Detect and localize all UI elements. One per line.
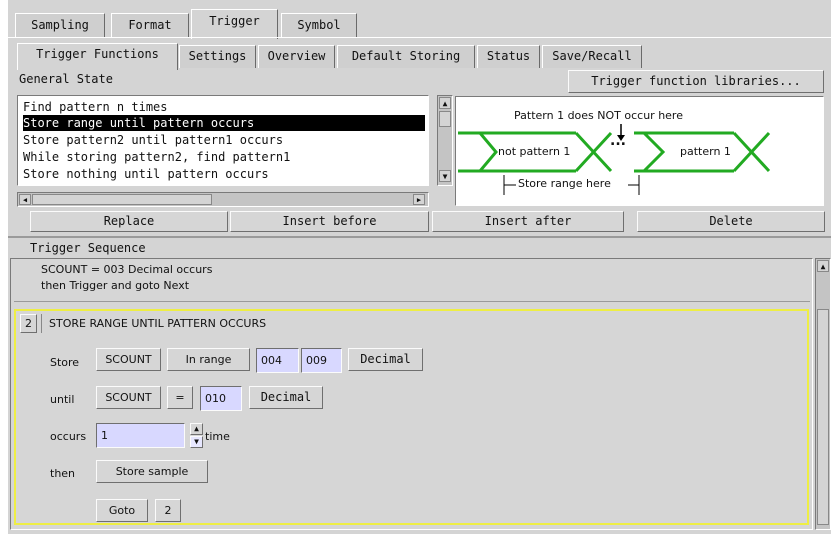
range-from-field[interactable]: 004 (256, 348, 299, 373)
diagram-not-pattern-label: not pattern 1 (498, 145, 571, 158)
insert-after-button[interactable]: Insert after (432, 211, 624, 232)
in-range-button[interactable]: In range (167, 348, 250, 371)
insert-before-button[interactable]: Insert before (230, 211, 429, 232)
stepper-down-icon[interactable]: ▼ (190, 436, 203, 448)
subtab-default-storing[interactable]: Default Storing (337, 45, 475, 68)
subtab-settings[interactable]: Settings (179, 45, 256, 68)
store-base-button[interactable]: Decimal (348, 348, 423, 371)
tab-trigger[interactable]: Trigger (191, 9, 278, 39)
goto-button[interactable]: Goto (96, 499, 148, 522)
occurs-stepper[interactable]: ▲ ▼ (190, 423, 203, 448)
sequence-step1-line2: then Trigger and goto Next (41, 279, 190, 292)
step-number-divider (41, 314, 42, 333)
diagram-pattern-label: pattern 1 (680, 145, 731, 158)
list-vertical-scrollbar[interactable]: ▲ ▼ (437, 95, 453, 186)
scroll-left-arrow-icon[interactable]: ◀ (19, 194, 31, 205)
range-to-field[interactable]: 009 (301, 348, 342, 373)
diagram-dots: ... (610, 133, 626, 149)
until-operator-button[interactable]: = (167, 386, 193, 409)
tab-sampling[interactable]: Sampling (15, 13, 105, 37)
diagram-bottom-text: Store range here (518, 177, 611, 190)
diagram-top-text: Pattern 1 does NOT occur here (514, 109, 683, 122)
list-item[interactable]: Store pattern2 until pattern1 occurs (23, 132, 425, 148)
until-counter-button[interactable]: SCOUNT (96, 386, 161, 409)
sequence-step1-line1: SCOUNT = 003 Decimal occurs (41, 263, 213, 276)
step-number[interactable]: 2 (20, 314, 37, 333)
store-label: Store (50, 356, 80, 369)
scroll-thumb[interactable] (439, 111, 451, 127)
list-item[interactable]: While storing pattern2, find pattern1 (23, 149, 425, 165)
trigger-sequence-title: Trigger Sequence (30, 241, 146, 255)
then-action-button[interactable]: Store sample (96, 460, 208, 483)
scroll-up-arrow-icon[interactable]: ▲ (817, 260, 829, 272)
general-state-label: General State (19, 72, 113, 86)
store-counter-button[interactable]: SCOUNT (96, 348, 161, 371)
tab-baseline (8, 37, 831, 38)
occurs-label: occurs (50, 430, 87, 443)
step-title: STORE RANGE UNTIL PATTERN OCCURS (49, 317, 267, 330)
delete-button[interactable]: Delete (637, 211, 825, 232)
stepper-up-icon[interactable]: ▲ (190, 423, 203, 435)
list-item[interactable]: Find pattern n times (23, 99, 425, 115)
occurs-field[interactable]: 1 (96, 423, 185, 448)
until-label: until (50, 393, 75, 406)
sequence-scrollbar[interactable]: ▲ (815, 258, 831, 530)
time-label: time (205, 430, 230, 443)
scroll-up-arrow-icon[interactable]: ▲ (439, 97, 451, 109)
list-horizontal-scrollbar[interactable]: ◀ ▶ (17, 192, 429, 207)
goto-target-button[interactable]: 2 (155, 499, 181, 522)
tab-symbol[interactable]: Symbol (281, 13, 357, 37)
function-list[interactable]: Find pattern n times Store range until p… (17, 95, 429, 186)
scroll-right-arrow-icon[interactable]: ▶ (413, 194, 425, 205)
until-value-field[interactable]: 010 (200, 386, 242, 411)
scroll-down-arrow-icon[interactable]: ▼ (439, 170, 451, 182)
replace-button[interactable]: Replace (30, 211, 228, 232)
scroll-thumb[interactable] (32, 194, 212, 205)
step-2-panel[interactable] (14, 309, 809, 525)
subtab-overview[interactable]: Overview (258, 45, 335, 68)
divider (8, 236, 831, 238)
list-item-selected[interactable]: Store range until pattern occurs (23, 115, 425, 131)
subtab-trigger-functions[interactable]: Trigger Functions (17, 43, 178, 70)
trigger-diagram: Pattern 1 does NOT occur here not patter… (455, 96, 824, 206)
trigger-libraries-button[interactable]: Trigger function libraries... (568, 70, 824, 93)
step-separator (14, 301, 810, 302)
subtab-save-recall[interactable]: Save/Recall (542, 45, 642, 68)
subtab-status[interactable]: Status (477, 45, 540, 68)
until-base-button[interactable]: Decimal (249, 386, 323, 409)
scroll-thumb[interactable] (817, 309, 829, 525)
then-label: then (50, 467, 76, 480)
tab-format[interactable]: Format (111, 13, 189, 37)
list-item[interactable]: Store nothing until pattern occurs (23, 166, 425, 182)
